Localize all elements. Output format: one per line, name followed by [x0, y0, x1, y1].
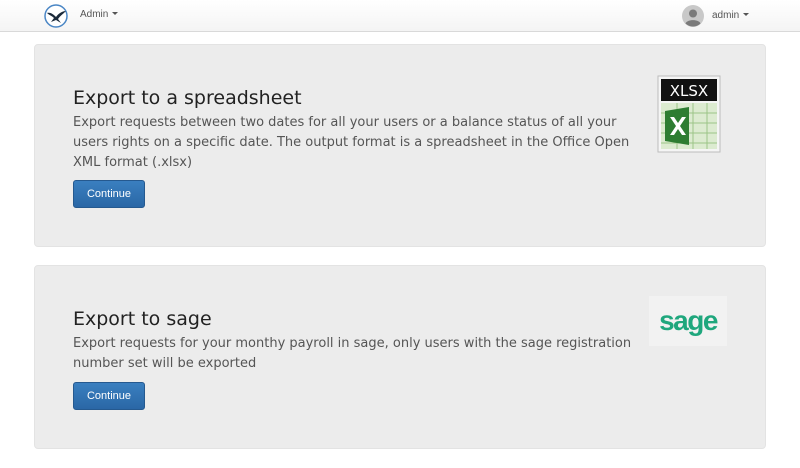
panel-description: Export requests for your monthy payroll …: [73, 336, 632, 371]
export-sage-panel: Export to sage Export requests for your …: [34, 265, 766, 449]
panel-title: Export to sage: [73, 308, 212, 330]
panel-title: Export to a spreadsheet: [73, 87, 302, 109]
chevron-down-icon: [112, 12, 119, 15]
admin-menu-label: Admin: [80, 9, 109, 20]
panel-description: Export requests between two dates for al…: [73, 115, 630, 170]
sage-logo-text: sage: [659, 305, 718, 336]
xlsx-icon-text: XLSX: [670, 82, 708, 100]
swallow-logo-icon[interactable]: [42, 3, 70, 29]
admin-menu-dropdown[interactable]: Admin: [80, 9, 119, 20]
xlsx-file-icon: XLSX: [657, 75, 721, 153]
sage-logo: sage: [649, 296, 727, 346]
export-spreadsheet-panel: Export to a spreadsheet Export requests …: [34, 44, 766, 247]
continue-spreadsheet-button[interactable]: Continue: [73, 180, 145, 208]
avatar: [682, 5, 704, 27]
user-name-label: admin: [712, 10, 740, 21]
continue-sage-button[interactable]: Continue: [73, 382, 145, 410]
top-navbar: Admin admin: [0, 0, 800, 32]
chevron-down-icon: [743, 13, 750, 16]
